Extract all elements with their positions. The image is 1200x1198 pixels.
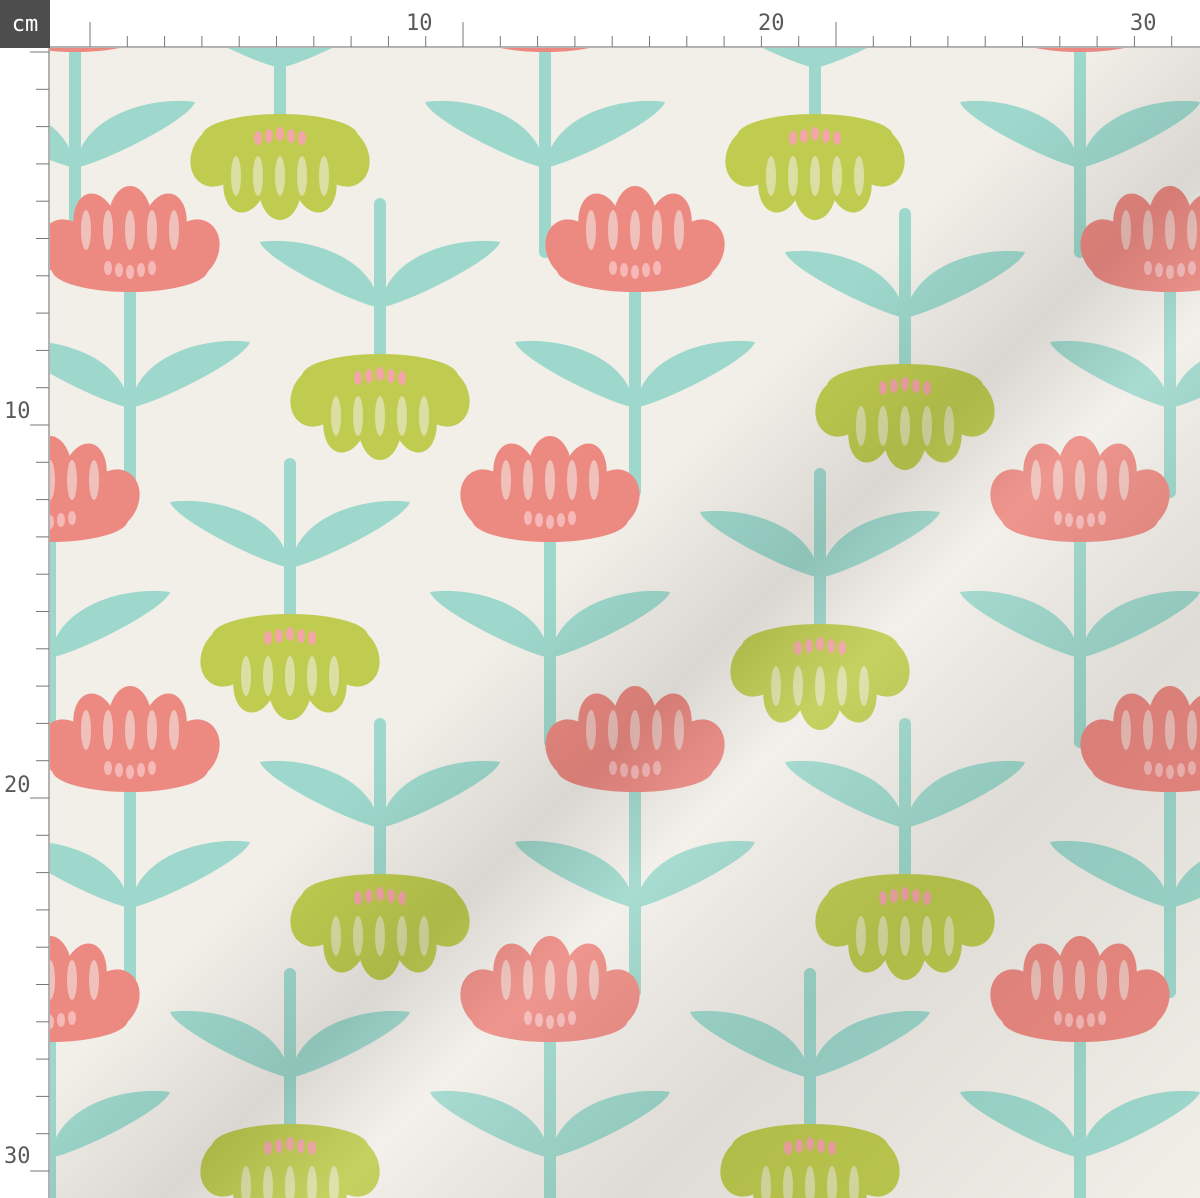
fabric-preview-page: cm 10 20 30 10 20 30 [0, 0, 1200, 1198]
top-ruler-label-20: 20 [758, 11, 785, 36]
floral-pattern [50, 48, 1200, 1198]
left-ruler-label-20: 20 [4, 773, 31, 798]
top-ruler: 10 20 30 [50, 0, 1200, 48]
top-ruler-label-10: 10 [406, 11, 433, 36]
left-ruler-label-30: 30 [4, 1144, 31, 1169]
fabric-swatch [50, 48, 1200, 1198]
left-ruler-label-10: 10 [4, 399, 31, 424]
top-ruler-label-30: 30 [1130, 11, 1157, 36]
unit-badge: cm [0, 0, 50, 48]
top-ruler-graphic: 10 20 30 [50, 11, 1200, 48]
left-ruler-graphic: 10 20 30 [4, 48, 50, 1198]
left-ruler: 10 20 30 [0, 48, 50, 1198]
fabric-fold-shading [50, 48, 1200, 1198]
